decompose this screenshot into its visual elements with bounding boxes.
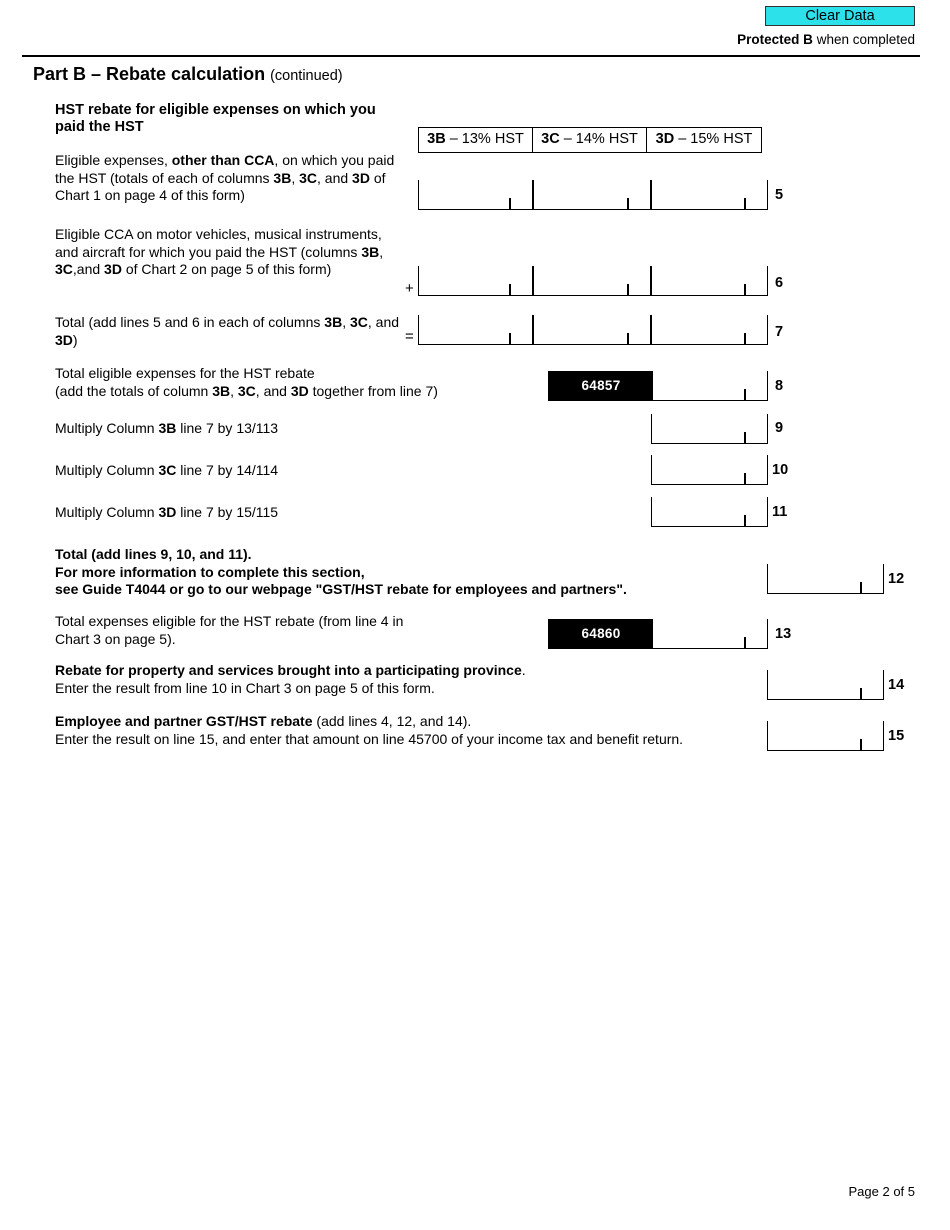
cents-separator <box>627 284 629 295</box>
part-title-continued: (continued) <box>270 68 343 84</box>
line-13-label: Total expenses eligible for the HST reba… <box>55 613 404 647</box>
line-8-field[interactable]: 64857 <box>548 371 768 401</box>
column-code-3b: 3B <box>427 131 446 147</box>
line-9-field[interactable] <box>651 414 768 444</box>
line-11-field[interactable] <box>651 497 768 527</box>
cents-separator <box>744 432 746 443</box>
cents-separator <box>744 198 746 209</box>
line-5-label: Eligible expenses, other than CCA, on wh… <box>55 152 395 203</box>
line-12-label: Total (add lines 9, 10, and 11). For more… <box>55 546 627 597</box>
line-number-15: 15 <box>888 728 905 744</box>
line-number-12: 12 <box>888 571 905 587</box>
form-page: Clear Data Protected B when completed Pa… <box>0 0 950 1230</box>
line-6-operator: + <box>405 280 414 297</box>
line-5-field-3b[interactable] <box>418 180 533 210</box>
line-10-label: Multiply Column 3C line 7 by 14/114 <box>55 462 279 478</box>
cents-separator <box>509 198 511 209</box>
column-header-3b: 3B – 13% HST <box>419 128 533 152</box>
line-6-field-3c[interactable] <box>533 266 651 296</box>
line-13-field[interactable]: 64860 <box>548 619 768 649</box>
line-13-box-code: 64860 <box>549 619 653 648</box>
column-rate-3b: – 13% HST <box>449 131 524 147</box>
line-number-6: 6 <box>775 275 784 291</box>
line-number-13: 13 <box>775 626 792 642</box>
cents-separator <box>860 739 862 750</box>
cents-separator <box>509 333 511 344</box>
line-14-label: Rebate for property and services brought… <box>55 662 526 696</box>
line-7-field-3d[interactable] <box>651 315 768 345</box>
line-9-label: Multiply Column 3B line 7 by 13/113 <box>55 420 279 436</box>
line-8-box-code: 64857 <box>549 371 653 400</box>
column-rate-3d: – 15% HST <box>678 131 753 147</box>
column-header-3c: 3C – 14% HST <box>533 128 647 152</box>
column-code-3c: 3C <box>541 131 560 147</box>
cents-separator <box>744 333 746 344</box>
column-rate-3c: – 14% HST <box>563 131 638 147</box>
column-code-3d: 3D <box>655 131 675 147</box>
line-7-field-3b[interactable] <box>418 315 533 345</box>
cents-separator <box>627 198 629 209</box>
line-number-10: 10 <box>772 462 789 478</box>
header-divider <box>22 55 920 57</box>
cents-separator <box>744 389 746 400</box>
line-number-7: 7 <box>775 324 784 340</box>
clear-data-button[interactable]: Clear Data <box>765 6 915 26</box>
section-heading: HST rebate for eligible expenses on whic… <box>55 102 376 135</box>
line-15-label: Employee and partner GST/HST rebate (add… <box>55 713 684 747</box>
cents-separator <box>744 284 746 295</box>
line-15-field[interactable] <box>767 721 884 751</box>
page-footer: Page 2 of 5 <box>848 1184 916 1199</box>
line-number-14: 14 <box>888 677 905 693</box>
line-10-field[interactable] <box>651 455 768 485</box>
line-6-field-3b[interactable] <box>418 266 533 296</box>
line-6-field-3d[interactable] <box>651 266 768 296</box>
cents-separator <box>860 582 862 593</box>
line-14-field[interactable] <box>767 670 884 700</box>
line-12-field[interactable] <box>767 564 884 594</box>
line-number-11: 11 <box>772 504 788 520</box>
cents-separator <box>744 473 746 484</box>
part-title-text: Part B – Rebate calculation <box>33 64 266 84</box>
line-11-label: Multiply Column 3D line 7 by 15/115 <box>55 504 279 520</box>
line-7-label: Total (add lines 5 and 6 in each of colu… <box>55 314 400 348</box>
page-title: Part B – Rebate calculation (continued) <box>33 64 343 85</box>
line-8-label: Total eligible expenses for the HST reba… <box>55 365 438 399</box>
protected-b-label: Protected B <box>737 32 813 47</box>
line-5-field-3c[interactable] <box>533 180 651 210</box>
line-number-8: 8 <box>775 378 784 394</box>
protected-b-notice: Protected B when completed <box>737 32 915 47</box>
line-5-field-3d[interactable] <box>651 180 768 210</box>
line-number-9: 9 <box>775 420 784 436</box>
cents-separator <box>509 284 511 295</box>
column-headers: 3B – 13% HST 3C – 14% HST 3D – 15% HST <box>418 127 762 153</box>
line-6-label: Eligible CCA on motor vehicles, musical … <box>55 226 384 277</box>
line-7-operator: = <box>405 328 414 345</box>
column-header-3d: 3D – 15% HST <box>647 128 761 152</box>
line-number-5: 5 <box>775 187 784 203</box>
cents-separator <box>627 333 629 344</box>
cents-separator <box>744 515 746 526</box>
protected-b-suffix: when completed <box>812 32 915 47</box>
line-7-field-3c[interactable] <box>533 315 651 345</box>
cents-separator <box>744 637 746 648</box>
cents-separator <box>860 688 862 699</box>
